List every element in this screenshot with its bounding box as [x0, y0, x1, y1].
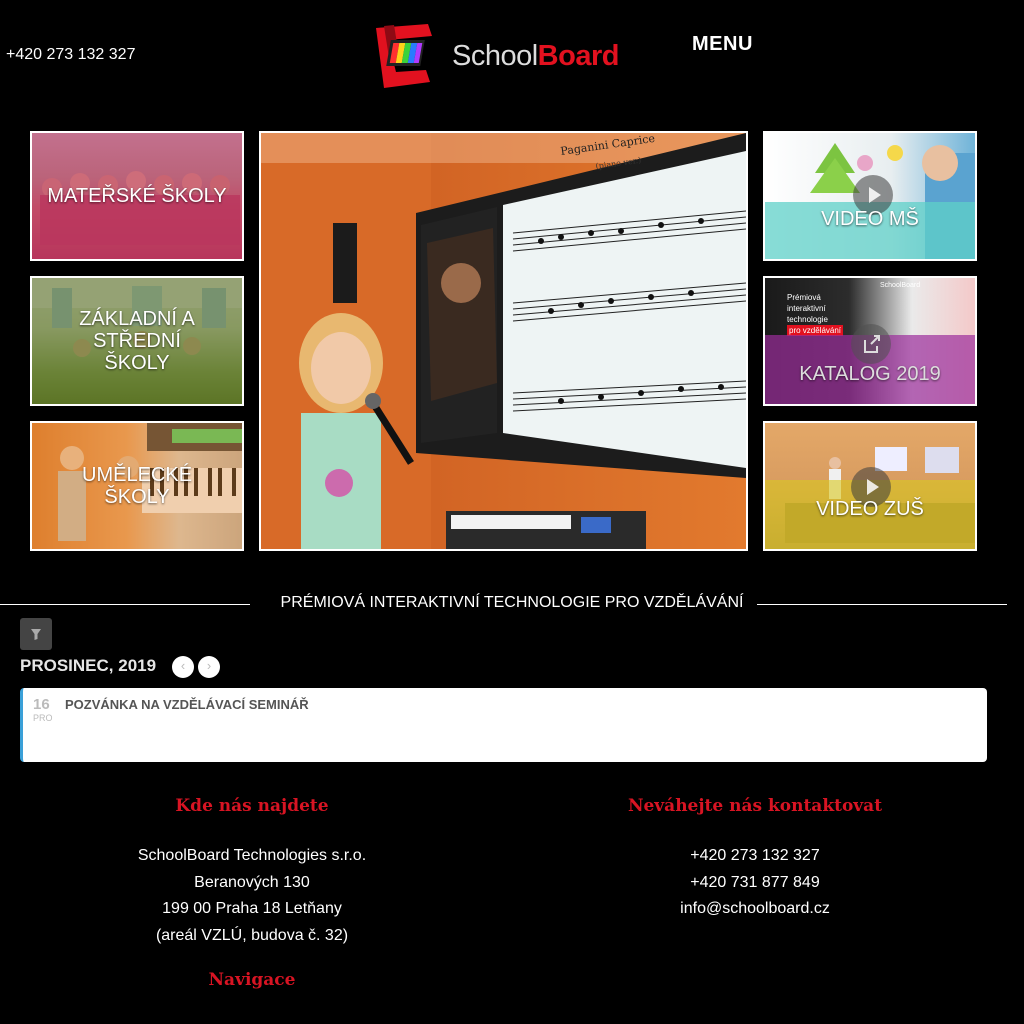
contact-email[interactable]: info@schoolboard.cz — [585, 896, 925, 923]
logo-mark-icon — [372, 22, 442, 90]
chevron-left-icon: ‹ — [180, 658, 186, 673]
footer-find-us-heading: Kde nás najdete — [175, 796, 329, 816]
calendar-event[interactable]: 16 PRO POZVÁNKA NA VZDĚLÁVACÍ SEMINÁŘ — [20, 688, 987, 762]
address-line: (areál VZLÚ, budova č. 32) — [155, 926, 349, 944]
tile-label: ZÁKLADNÍ A STŘEDNÍ ŠKOLY — [79, 308, 195, 374]
menu-button[interactable]: MENU — [692, 33, 753, 56]
footer-address: SchoolBoard Technologies s.r.o. Beranový… — [102, 843, 402, 949]
tile-umelecke-skoly[interactable]: UMĚLECKÉ ŠKOLY — [30, 421, 244, 551]
katalog-line: Prémiová — [787, 293, 821, 302]
tile-label: VIDEO ZUŠ — [816, 497, 924, 520]
prev-month-button[interactable]: ‹ — [172, 656, 194, 678]
address-line: Beranových 130 — [194, 873, 310, 891]
katalog-brand: SchoolBoard — [880, 282, 921, 289]
tile-materske-skoly[interactable]: MATEŘSKÉ ŠKOLY — [30, 131, 244, 261]
next-month-button[interactable]: › — [198, 656, 220, 678]
tile-label: UMĚLECKÉ ŠKOLY — [82, 464, 193, 508]
external-link-icon[interactable] — [851, 324, 891, 364]
tile-label: VIDEO MŠ — [821, 207, 919, 230]
filter-icon — [31, 629, 41, 640]
event-month: PRO — [33, 713, 53, 723]
event-day: 16 — [33, 696, 50, 713]
chevron-right-icon: › — [206, 658, 212, 673]
katalog-line: technologie — [787, 315, 828, 324]
tile-video-zus[interactable]: VIDEO ZUŠ — [763, 421, 977, 551]
hero-image: Paganini Caprice (piano ver.) — [259, 131, 748, 551]
header-phone[interactable]: +420 273 132 327 — [6, 46, 135, 64]
tile-zakladni-skoly[interactable]: ZÁKLADNÍ A STŘEDNÍ ŠKOLY — [30, 276, 244, 406]
contact-phone-2[interactable]: +420 731 877 849 — [585, 870, 925, 897]
katalog-cover-text: Prémiová interaktivní technologie pro vz… — [787, 292, 844, 336]
address-line: SchoolBoard Technologies s.r.o. — [137, 847, 367, 864]
footer-contact-heading: Neváhejte nás kontaktovat — [627, 796, 883, 816]
event-title[interactable]: POZVÁNKA NA VZDĚLÁVACÍ SEMINÁŘ — [65, 697, 309, 712]
tile-label: KATALOG 2019 — [799, 362, 941, 385]
contact-phone-1[interactable]: +420 273 132 327 — [585, 843, 925, 870]
footer-nav-heading: Navigace — [208, 970, 296, 990]
filter-button[interactable] — [20, 618, 52, 650]
tile-katalog-2019[interactable]: SchoolBoard Prémiová interaktivní techno… — [763, 276, 977, 406]
tagline: PRÉMIOVÁ INTERAKTIVNÍ TECHNOLOGIE PRO VZ… — [0, 594, 1024, 612]
logo-text-board: Board — [537, 39, 620, 72]
katalog-line: interaktivní — [787, 304, 826, 313]
schoolboard-logo[interactable]: SchoolBoard — [372, 22, 642, 90]
tagline-text: PRÉMIOVÁ INTERAKTIVNÍ TECHNOLOGIE PRO VZ… — [266, 594, 758, 611]
footer-contact: +420 273 132 327 +420 731 877 849 info@s… — [585, 843, 925, 923]
calendar-month: PROSINEC, 2019 — [20, 656, 157, 675]
tile-video-ms[interactable]: VIDEO MŠ — [763, 131, 977, 261]
logo-wordmark: SchoolBoard — [452, 40, 619, 73]
address-line: 199 00 Praha 18 Letňany — [162, 900, 342, 917]
logo-text-school: School — [452, 39, 538, 72]
tile-label: MATEŘSKÉ ŠKOLY — [47, 185, 227, 207]
